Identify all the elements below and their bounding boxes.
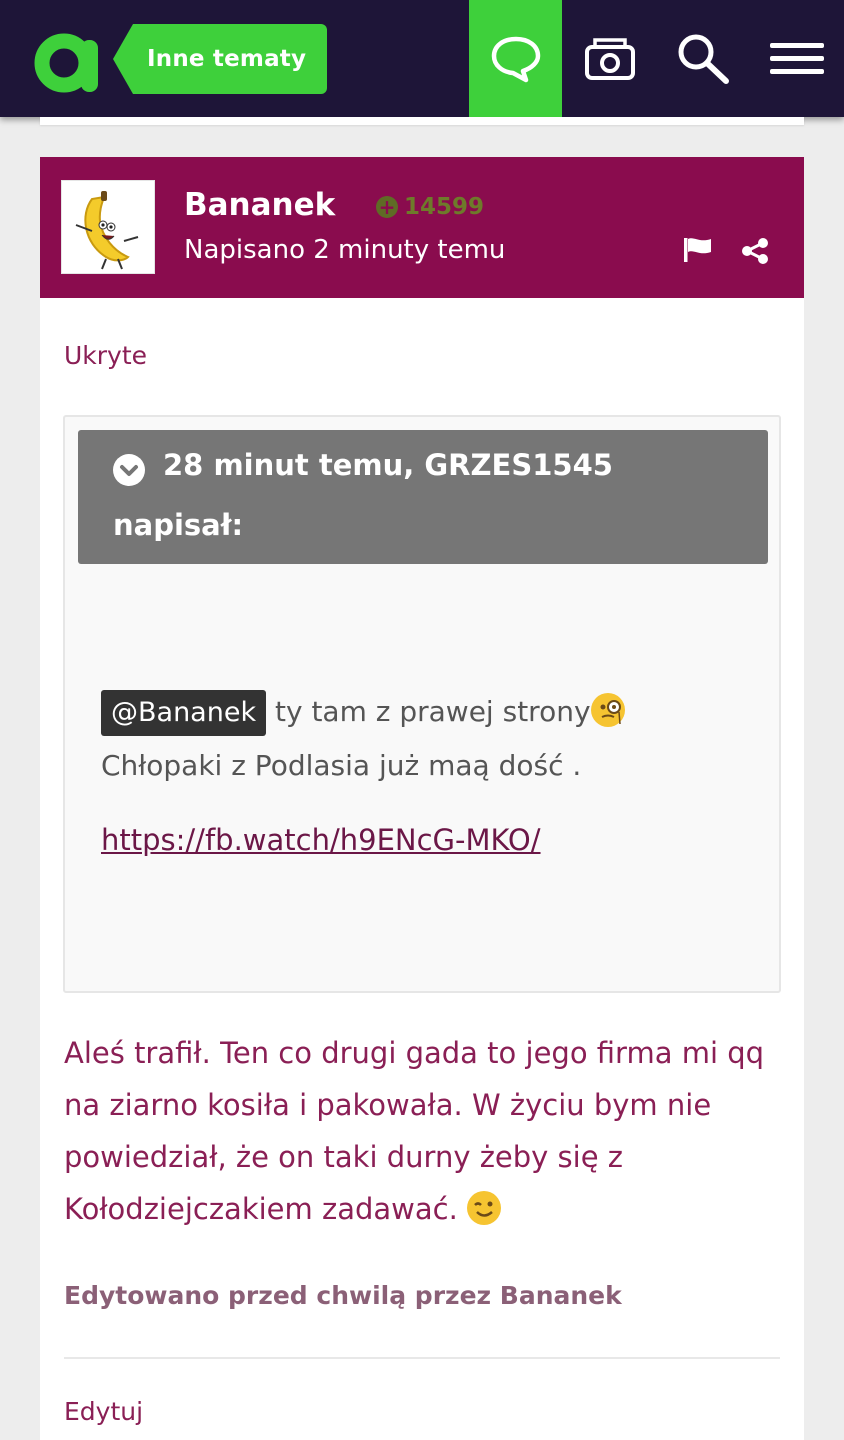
monocle-emoji-icon <box>590 693 625 727</box>
quote-text-line2: Chłopaki z Podlasia już maą dość . <box>101 749 582 782</box>
top-navigation-bar: Inne tematy <box>0 0 844 117</box>
share-icon[interactable] <box>741 237 769 269</box>
divider <box>64 1357 780 1359</box>
post-header: Bananek + 14599 Napisano 2 minuty temu <box>40 157 804 298</box>
post-timestamp[interactable]: Napisano 2 minuty temu <box>184 235 505 265</box>
post-card: Bananek + 14599 Napisano 2 minuty temu U… <box>40 157 804 1440</box>
previous-post-edge <box>40 117 804 125</box>
author-name[interactable]: Bananek <box>184 187 335 223</box>
wink-emoji-icon <box>467 1191 502 1225</box>
search-button[interactable] <box>656 0 749 117</box>
quote-block: 28 minut temu, GRZES1545 napisał: @Banan… <box>63 415 781 993</box>
quote-text-line1: ty tam z prawej strony <box>275 695 591 728</box>
report-flag-icon[interactable] <box>683 237 713 267</box>
camera-button[interactable] <box>563 0 656 117</box>
search-icon <box>678 34 729 84</box>
quote-header[interactable]: 28 minut temu, GRZES1545 napisał: <box>78 430 768 564</box>
user-mention[interactable]: @Bananek <box>101 690 267 736</box>
chevron-down-icon[interactable] <box>113 454 145 486</box>
menu-icon <box>769 42 824 74</box>
avatar[interactable] <box>61 180 155 274</box>
post-body: Aleś trafił. Ten co drugi gada to jego f… <box>64 1027 774 1235</box>
chat-icon <box>491 36 540 82</box>
reputation-value: 14599 <box>404 194 485 220</box>
edited-note: Edytowano przed chwilą przez Bananek <box>64 1281 622 1310</box>
reputation-badge: + 14599 <box>376 194 484 220</box>
plus-icon: + <box>376 196 398 218</box>
quote-link[interactable]: https://fb.watch/h9ENcG-MKO/ <box>101 823 541 857</box>
edit-button[interactable]: Edytuj <box>64 1397 143 1426</box>
quote-citation-suffix: napisał: <box>113 508 244 542</box>
hidden-label[interactable]: Ukryte <box>64 341 147 370</box>
post-body-text: Aleś trafił. Ten co drugi gada to jego f… <box>64 1036 765 1226</box>
menu-button[interactable] <box>750 0 843 117</box>
logo-icon[interactable] <box>34 30 106 94</box>
chat-button[interactable] <box>469 0 562 117</box>
quote-text: @Bananek ty tam z prawej strony Chłopaki… <box>101 685 761 793</box>
quote-citation: 28 minut temu, GRZES1545 <box>163 448 613 482</box>
section-label[interactable]: Inne tematy <box>113 24 327 94</box>
camera-icon <box>584 37 635 80</box>
